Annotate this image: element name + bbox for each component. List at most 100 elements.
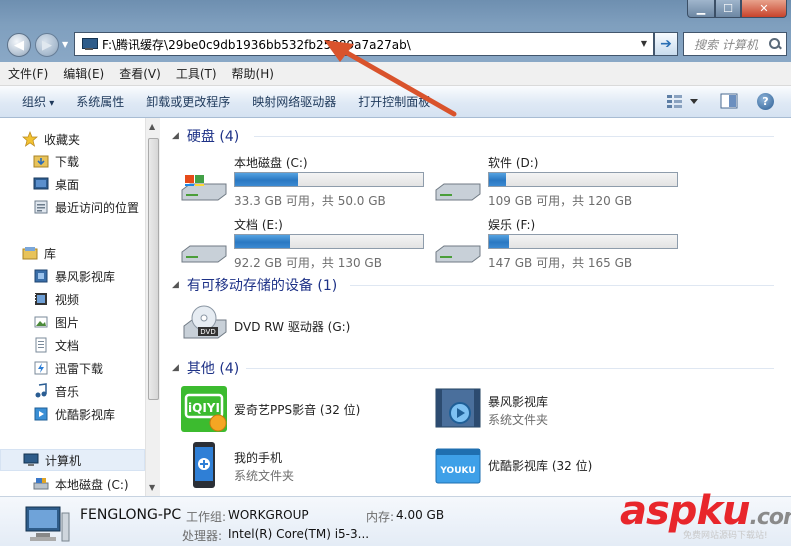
drive-item-e[interactable]: 文档 (E:) 92.2 GB 可用，共 130 GB [180, 216, 430, 270]
watermark-subtitle: 免费网站源码下载站! [683, 531, 768, 541]
nav-item-desktop[interactable]: 桌面 [0, 173, 145, 195]
film-library-icon [34, 269, 48, 283]
dvd-drive-item[interactable]: DVD DVD RW 驱动器 (G:) [180, 300, 430, 350]
nav-item-label: 文档 [55, 338, 80, 353]
nav-item-label: 迅雷下载 [55, 361, 104, 376]
window-controls: ▁ ☐ ✕ [687, 0, 787, 18]
section-hard-disks[interactable]: ◢ 硬盘 (4) [172, 126, 239, 146]
navigation-pane: 收藏夹 下载 桌面 最近访问的位置 库 暴风影视库 视频 图片 文档 迅雷下载 … [0, 118, 160, 496]
nav-computer[interactable]: 计算机 [0, 449, 145, 471]
back-button[interactable]: ◀ [7, 33, 31, 57]
scroll-up-icon[interactable]: ▲ [149, 122, 155, 131]
baofeng-library-icon [435, 388, 481, 428]
menu-view[interactable]: 查看(V) [112, 65, 168, 82]
nav-item-local-disk-c[interactable]: 本地磁盘 (C:) [0, 473, 145, 495]
other-item-name: 我的手机 [234, 451, 283, 465]
uninstall-program-button[interactable]: 卸载或更改程序 [135, 93, 241, 110]
nav-item-downloads[interactable]: 下载 [0, 150, 145, 172]
memory-value: 4.00 GB [396, 508, 445, 522]
collapse-triangle-icon[interactable]: ◢ [172, 131, 179, 141]
dvd-label: DVD [200, 328, 215, 336]
menu-file[interactable]: 文件(F) [1, 65, 55, 82]
workgroup-value: WORKGROUP [228, 508, 309, 522]
hard-drive-icon [181, 245, 227, 263]
drive-item-f[interactable]: 娱乐 (F:) 147 GB 可用，共 165 GB [434, 216, 684, 270]
annotation-arrow [324, 40, 457, 117]
cpu-label: 处理器: [182, 529, 223, 543]
nav-item-recent-places[interactable]: 最近访问的位置 [0, 196, 145, 218]
pictures-icon [34, 316, 48, 328]
desktop-icon [33, 177, 49, 190]
section-title: 硬盘 (4) [186, 129, 240, 145]
menu-help[interactable]: 帮助(H) [225, 65, 281, 82]
nav-libraries[interactable]: 库 [0, 242, 145, 264]
nav-item-music[interactable]: 音乐 [0, 380, 145, 402]
nav-item-thunder-downloads[interactable]: 迅雷下载 [0, 357, 145, 379]
menu-tools[interactable]: 工具(T) [169, 65, 224, 82]
nav-item-youku-library[interactable]: 优酷影视库 [0, 403, 145, 425]
collapse-triangle-icon[interactable]: ◢ [172, 363, 179, 373]
section-title: 有可移动存储的设备 (1) [186, 278, 338, 294]
library-icon [22, 247, 38, 260]
nav-item-label: 暴风影视库 [55, 269, 116, 284]
change-view-icon[interactable] [666, 93, 700, 109]
scroll-down-icon[interactable]: ▼ [149, 483, 155, 492]
downloads-folder-icon [33, 155, 49, 168]
nav-item-baofeng-library[interactable]: 暴风影视库 [0, 265, 145, 287]
system-properties-button[interactable]: 系统属性 [65, 93, 135, 110]
nav-item-videos[interactable]: 视频 [0, 288, 145, 310]
drive-item-d[interactable]: 软件 (D:) 109 GB 可用，共 120 GB [434, 154, 684, 208]
drive-name: 文档 (E:) [234, 218, 283, 232]
other-item-youku[interactable]: YOUKU 优酷影视库 (32 位) [434, 441, 684, 491]
nav-computer-label: 计算机 [45, 453, 82, 468]
nav-favorites[interactable]: 收藏夹 [0, 128, 145, 150]
nav-item-documents[interactable]: 文档 [0, 334, 145, 356]
recent-pages-dropdown-icon[interactable]: ▼ [62, 40, 68, 49]
nav-item-label: 桌面 [55, 177, 80, 192]
drive-free-space: 109 GB 可用，共 120 GB [488, 194, 633, 208]
workgroup-label: 工作组: [186, 510, 227, 524]
go-button[interactable]: ➔ [654, 32, 678, 56]
nav-item-label: 视频 [55, 292, 80, 307]
menu-edit[interactable]: 编辑(E) [56, 65, 111, 82]
other-item-my-phone[interactable]: 我的手机 系统文件夹 [180, 441, 430, 491]
nav-libraries-label: 库 [44, 246, 57, 261]
search-input[interactable]: 搜索 计算机 [683, 32, 787, 56]
section-divider [246, 368, 774, 369]
section-other[interactable]: ◢ 其他 (4) [172, 358, 239, 378]
preview-pane-icon[interactable] [720, 93, 738, 109]
drive-usage-bar [234, 234, 424, 249]
maximize-button[interactable]: ☐ [715, 0, 741, 18]
drive-usage-fill [489, 173, 507, 186]
other-item-name: 爱奇艺PPS影音 (32 位) [234, 403, 361, 417]
nav-item-label: 优酷影视库 [55, 407, 116, 422]
dvd-drive-name: DVD RW 驱动器 (G:) [234, 320, 351, 334]
collapse-triangle-icon[interactable]: ◢ [172, 280, 179, 290]
navigation-scrollbar[interactable]: ▲ ▼ [145, 118, 160, 496]
drive-usage-bar [488, 172, 678, 187]
drive-free-space: 92.2 GB 可用，共 130 GB [234, 256, 382, 270]
section-title: 其他 (4) [186, 361, 240, 377]
scroll-thumb[interactable] [148, 138, 159, 400]
close-button[interactable]: ✕ [741, 0, 787, 18]
minimize-button[interactable]: ▁ [687, 0, 715, 18]
drive-item-c[interactable]: 本地磁盘 (C:) 33.3 GB 可用，共 50.0 GB [180, 154, 430, 208]
hard-drive-icon [33, 478, 49, 490]
iqiyi-logo-text: iQIYI [188, 401, 220, 415]
section-divider [254, 136, 774, 137]
drive-usage-fill [489, 235, 510, 248]
forward-button[interactable]: ▶ [35, 33, 59, 57]
search-placeholder: 搜索 计算机 [694, 37, 758, 52]
phone-icon [193, 442, 215, 488]
organize-button[interactable]: 组织 [11, 93, 65, 110]
nav-item-label: 图片 [55, 315, 80, 330]
address-dropdown-icon[interactable]: ▼ [641, 39, 647, 48]
other-item-iqiyi[interactable]: iQIYI 爱奇艺PPS影音 (32 位) [180, 385, 430, 435]
search-icon[interactable] [769, 38, 781, 50]
youku-logo-text: YOUKU [439, 466, 475, 476]
memory-label: 内存: [366, 510, 395, 524]
section-removable-storage[interactable]: ◢ 有可移动存储的设备 (1) [172, 275, 337, 295]
other-item-baofeng[interactable]: 暴风影视库 系统文件夹 [434, 385, 684, 435]
nav-item-pictures[interactable]: 图片 [0, 311, 145, 333]
help-icon[interactable]: ? [757, 93, 774, 110]
